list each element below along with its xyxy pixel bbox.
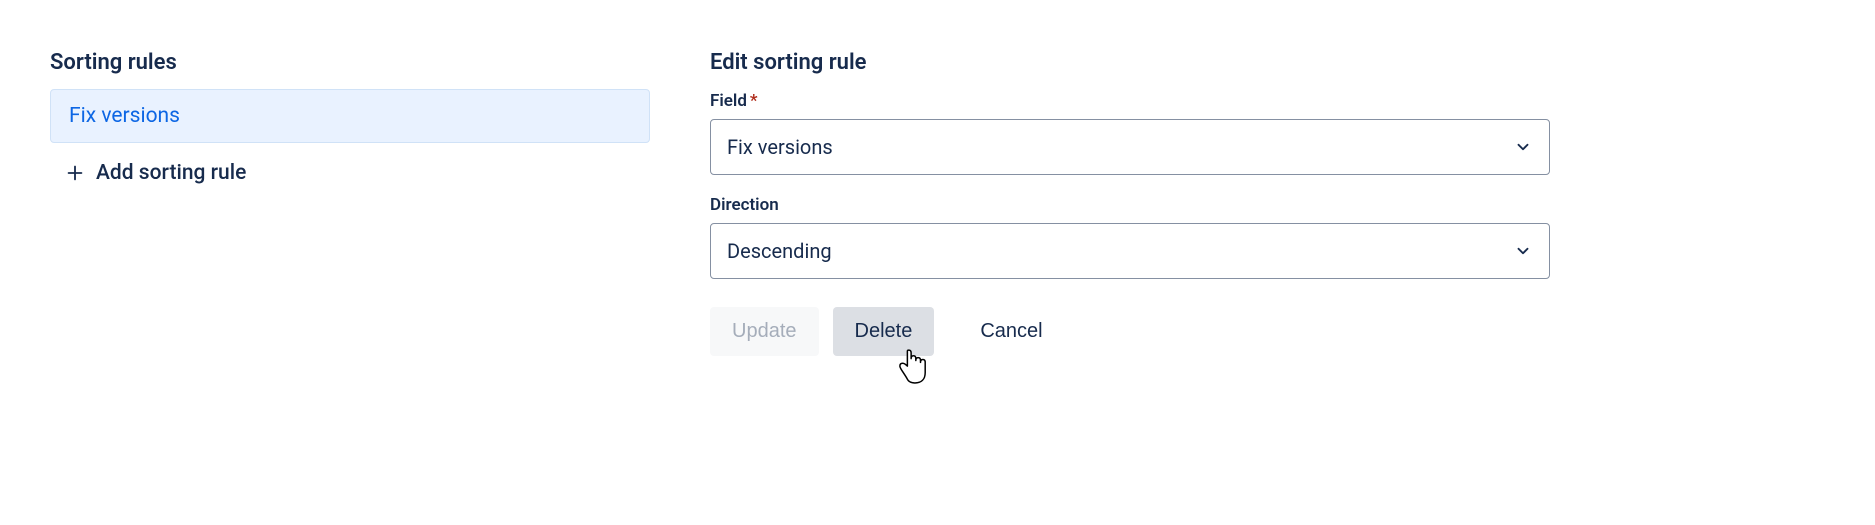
required-asterisk: * bbox=[750, 91, 758, 111]
edit-sorting-rule-panel: Edit sorting rule Field* Fix versions Di… bbox=[710, 50, 1550, 356]
sorting-rules-panel: Sorting rules Fix versions Add sorting r… bbox=[50, 50, 650, 356]
plus-icon bbox=[64, 162, 86, 184]
button-row: Update Delete Cancel bbox=[710, 307, 1550, 356]
sorting-rule-label: Fix versions bbox=[69, 104, 180, 128]
chevron-down-icon bbox=[1513, 137, 1533, 157]
direction-label: Direction bbox=[710, 195, 1550, 215]
chevron-down-icon bbox=[1513, 241, 1533, 261]
direction-select-value: Descending bbox=[727, 239, 832, 263]
cancel-button[interactable]: Cancel bbox=[958, 307, 1064, 356]
direction-select[interactable]: Descending bbox=[710, 223, 1550, 279]
delete-button[interactable]: Delete bbox=[833, 307, 935, 356]
edit-sorting-rule-title: Edit sorting rule bbox=[710, 50, 1550, 75]
sorting-rules-title: Sorting rules bbox=[50, 50, 650, 75]
field-select[interactable]: Fix versions bbox=[710, 119, 1550, 175]
field-label-text: Field bbox=[710, 91, 747, 111]
field-select-value: Fix versions bbox=[727, 135, 833, 159]
sorting-rule-item[interactable]: Fix versions bbox=[50, 89, 650, 143]
add-sorting-rule-button[interactable]: Add sorting rule bbox=[50, 143, 650, 185]
field-label: Field* bbox=[710, 91, 1550, 111]
update-button[interactable]: Update bbox=[710, 307, 819, 356]
sorting-rules-container: Sorting rules Fix versions Add sorting r… bbox=[50, 50, 1550, 356]
add-sorting-rule-label: Add sorting rule bbox=[96, 161, 246, 185]
